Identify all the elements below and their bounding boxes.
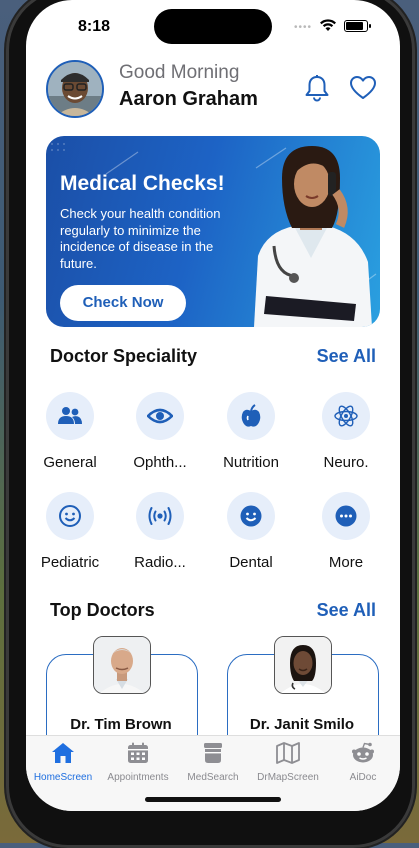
doctor-speciality-title: Doctor Speciality [50,346,198,366]
speciality-more[interactable]: More [306,492,386,571]
signal-icon: •••• [294,22,313,33]
banner-title: Medical Checks! [60,172,225,195]
user-avatar[interactable] [46,60,104,118]
check-now-button[interactable]: Check Now [60,285,186,321]
medicine-jar-icon [204,743,222,763]
wifi-icon [320,19,336,31]
speciality-label: More [328,554,364,571]
phone-frame: 8:18 •••• Good Morning Aaron Graham Medi… [6,0,415,848]
doctor-photo [93,636,151,694]
atom-icon [322,392,370,440]
smile-filled-icon [227,492,275,540]
speciality-label: Dental [229,554,273,571]
top-doctors-see-all-link[interactable]: See All [317,600,376,621]
top-doctors-title: Top Doctors [50,600,155,620]
greeting-text: Good Morning [119,62,240,83]
doctor-name: Dr. Janit Smilo [249,716,355,733]
speciality-label: General [43,454,97,471]
tab-label: MedSearch [187,772,239,783]
people-icon [46,392,94,440]
banner-doctor-image [254,146,372,327]
speciality-pediatric[interactable]: Pediatric [30,492,110,571]
speciality-label: Neuro. [323,454,369,471]
speciality-general[interactable]: General [30,392,110,471]
doctor-name: Dr. Tim Brown [70,716,172,733]
dynamic-island [154,9,272,44]
map-icon [276,742,300,764]
tab-label: DrMapScreen [257,772,319,783]
more-dots-icon [322,492,370,540]
speciality-dental[interactable]: Dental [211,492,291,571]
heart-icon[interactable] [349,75,377,101]
speciality-neurology[interactable]: Neuro. [306,392,386,471]
banner-description: Check your health condition regularly to… [60,206,221,271]
bell-icon[interactable] [304,74,330,102]
radio-waves-icon [136,492,184,540]
apple-icon [227,392,275,440]
speciality-label: Pediatric [40,554,100,571]
eye-icon [136,392,184,440]
home-indicator [145,797,281,802]
doctor-photo [274,636,332,694]
tab-label: Appointments [107,772,169,783]
speciality-label: Nutrition [223,454,279,471]
calendar-icon [128,742,148,763]
speciality-see-all-link[interactable]: See All [317,346,376,367]
speciality-label: Ophth... [133,454,187,471]
home-icon [52,743,74,763]
status-time: 8:18 [78,18,111,35]
tab-label: AiDoc [349,772,377,783]
speciality-radiology[interactable]: Radio... [120,492,200,571]
tab-appointments[interactable]: Appointments [101,742,175,783]
tab-home[interactable]: HomeScreen [26,742,100,783]
speciality-label: Radio... [134,554,186,571]
battery-icon [344,20,371,32]
smile-icon [46,492,94,540]
robot-icon [352,742,374,763]
speciality-ophthalmology[interactable]: Ophth... [120,392,200,471]
tab-medsearch[interactable]: MedSearch [176,742,250,783]
tab-aidoc[interactable]: AiDoc [326,742,400,783]
user-name: Aaron Graham [119,88,258,110]
tab-label: HomeScreen [33,772,93,783]
medical-checks-banner: Medical Checks! Check your health condit… [46,136,380,327]
app-screen: 8:18 •••• Good Morning Aaron Graham Medi… [26,0,400,811]
speciality-nutrition[interactable]: Nutrition [211,392,291,471]
tab-drmapscreen[interactable]: DrMapScreen [251,742,325,783]
